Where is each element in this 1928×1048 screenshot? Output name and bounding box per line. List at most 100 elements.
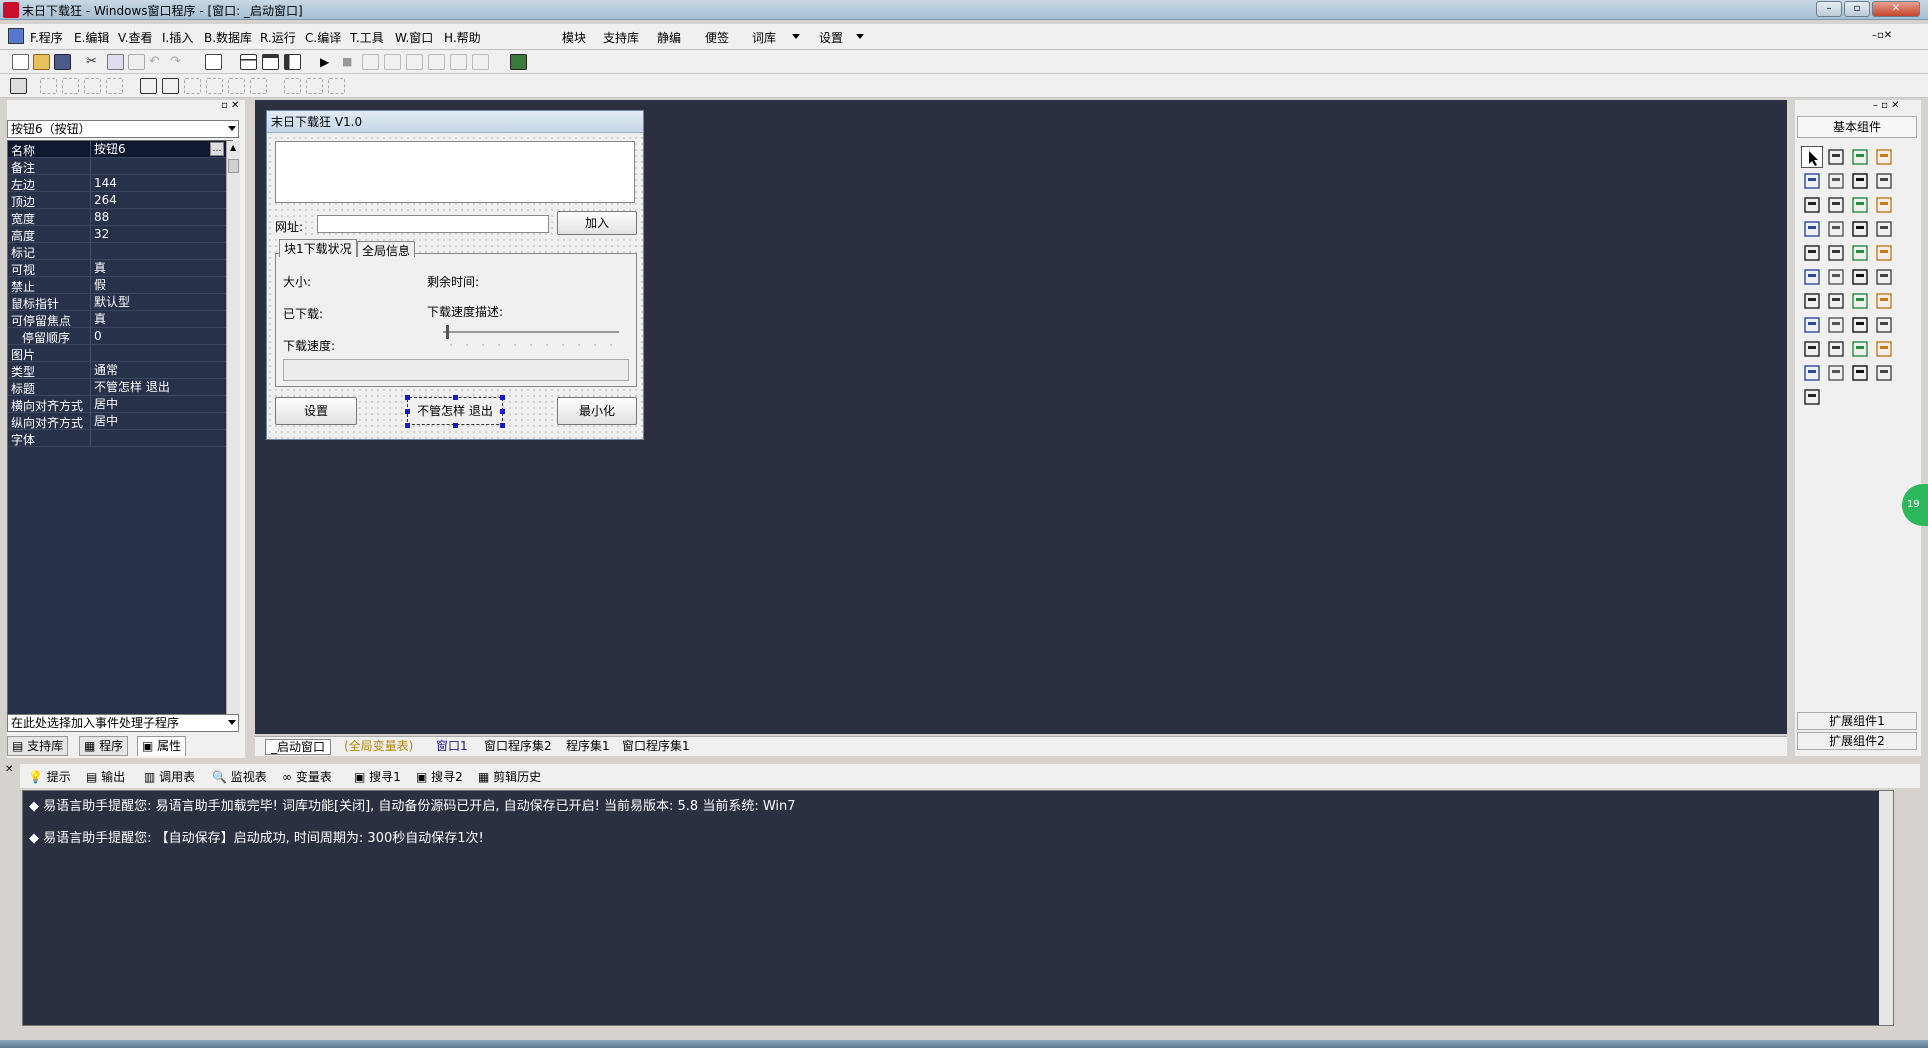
line-icon[interactable] [1873,170,1895,192]
frame-icon[interactable] [1825,170,1847,192]
property-value[interactable]: 32 [90,226,226,242]
copy-icon[interactable] [107,54,124,70]
grid-icon[interactable] [1801,266,1823,288]
shape-icon[interactable] [1873,146,1895,168]
property-row[interactable]: 鼠标指针 默认型 [8,294,226,311]
tab-icon[interactable] [1849,242,1871,264]
save-icon[interactable] [54,54,71,70]
hand-icon[interactable] [472,54,489,70]
find-icon[interactable] [205,54,222,70]
align-left-icon[interactable] [40,78,57,94]
window-icon[interactable] [1873,290,1895,312]
step1-icon[interactable] [362,54,379,70]
picture-box-icon[interactable] [1849,146,1871,168]
menu-support-lib[interactable]: 支持库 [603,29,639,46]
menu-static-compile[interactable]: 静编 [657,29,681,46]
menu-edit[interactable]: E.编辑 [74,29,109,46]
property-value[interactable]: 真 [90,311,226,327]
property-row[interactable]: 横向对齐方式 居中 [8,396,226,413]
doc-icon[interactable] [1873,266,1895,288]
output-scrollbar[interactable] [1879,791,1893,1025]
property-row[interactable]: 纵向对齐方式 居中 [8,413,226,430]
property-row[interactable]: 标记 [8,243,226,260]
tab-support-lib[interactable]: ▤ 支持库 [7,736,69,756]
exit-button[interactable]: 不管怎样 退出 [407,397,503,425]
menu-run[interactable]: R.运行 [260,29,296,46]
property-row[interactable]: 可视 真 [8,260,226,277]
close-window-button[interactable]: ✕ [1872,1,1920,17]
property-row[interactable]: 高度 32 [8,226,226,243]
ext-components-2[interactable]: 扩展组件2 [1797,732,1917,750]
menu-settings[interactable]: 设置 [819,29,843,46]
property-value[interactable]: 不管怎样 退出 [90,379,226,395]
property-value[interactable] [90,345,226,361]
center-h-icon[interactable] [140,78,157,94]
spin-icon[interactable] [1849,218,1871,240]
property-row[interactable]: 禁止 假 [8,277,226,294]
doc-tab-window-module1[interactable]: 窗口程序集1 [617,739,695,755]
pane-controls-icon[interactable]: ▫ ✕ [221,100,239,111]
menu-tools[interactable]: T.工具 [350,29,384,46]
thesaurus-dropdown-icon[interactable] [792,34,800,39]
space-h-icon[interactable] [184,78,201,94]
add-button[interactable]: 加入 [557,211,637,235]
odbc-icon[interactable] [1873,362,1895,384]
grid-icon[interactable] [10,78,27,94]
designed-form[interactable]: 末日下载狂 V1.0 网址: 加入 块1下载状况 全局信息 大小: 剩余时间: … [266,110,644,440]
property-value[interactable] [90,430,226,446]
table-icon[interactable] [1801,218,1823,240]
transfer-icon[interactable] [1873,314,1895,336]
menu-help[interactable]: H.帮助 [444,29,481,46]
tab-search2[interactable]: ▣ 搜寻2 [416,768,463,785]
tab-call-stack[interactable]: ▥ 调用表 [144,768,195,785]
selection-handle[interactable] [500,409,505,414]
ext-components-1[interactable]: 扩展组件1 [1797,712,1917,730]
palette-controls-icon[interactable]: – ▫ ✕ [1873,100,1900,111]
property-value[interactable]: 按钮6 [90,141,226,157]
property-value[interactable]: 通常 [90,362,226,378]
doc-tab-startup-window[interactable]: _启动窗口 [265,739,332,755]
selection-handle[interactable] [453,395,458,400]
tab-search1[interactable]: ▣ 搜寻1 [354,768,401,785]
new-file-icon[interactable] [12,54,29,70]
output-panel[interactable]: ◆ 易语言助手提醒您: 易语言助手加载完毕! 词库功能[关闭], 自动备份源码已… [22,790,1894,1026]
db-icon[interactable] [1873,242,1895,264]
checkbox-icon[interactable] [1801,194,1823,216]
object-selector[interactable]: 按钮6（按钮） [7,120,239,138]
menu-database[interactable]: B.数据库 [204,29,252,46]
edit-box-icon[interactable] [1801,170,1823,192]
maximize-window-button[interactable]: ▫ [1844,1,1870,17]
minimize-button[interactable]: 最小化 [557,397,637,425]
run-icon[interactable]: ▶ [320,54,337,70]
folder-icon[interactable] [1849,266,1871,288]
step3-icon[interactable] [406,54,423,70]
step4-icon[interactable] [428,54,445,70]
selection-handle[interactable] [500,423,505,428]
selection-handle[interactable] [405,409,410,414]
client-icon[interactable] [1801,338,1823,360]
split-icon[interactable] [1849,290,1871,312]
menu-view[interactable]: V.查看 [118,29,152,46]
align-right-icon[interactable] [62,78,79,94]
network-icon[interactable] [1849,314,1871,336]
property-value[interactable]: 0 [90,328,226,344]
selection-handle[interactable] [453,423,458,428]
doc-tab-window1[interactable]: 窗口1 [431,739,473,755]
chart-icon[interactable] [1801,290,1823,312]
layout1-icon[interactable] [240,54,257,70]
tab-variables[interactable]: ∞ 变量表 [282,768,332,785]
divider-icon[interactable] [1873,218,1895,240]
combobox-icon[interactable] [1873,194,1895,216]
property-row[interactable]: 左边 144 [8,175,226,192]
property-row[interactable]: 字体 [8,430,226,447]
list-icon[interactable] [1873,338,1895,360]
property-row[interactable]: 图片 [8,345,226,362]
property-value[interactable]: 88 [90,209,226,225]
button-icon[interactable] [1825,266,1847,288]
open-folder-icon[interactable] [33,54,50,70]
property-value[interactable]: 264 [90,192,226,208]
property-value[interactable]: 居中 [90,396,226,412]
property-row[interactable]: 可停留焦点 真 [8,311,226,328]
graph-icon[interactable] [1849,362,1871,384]
radio-icon[interactable] [1825,194,1847,216]
